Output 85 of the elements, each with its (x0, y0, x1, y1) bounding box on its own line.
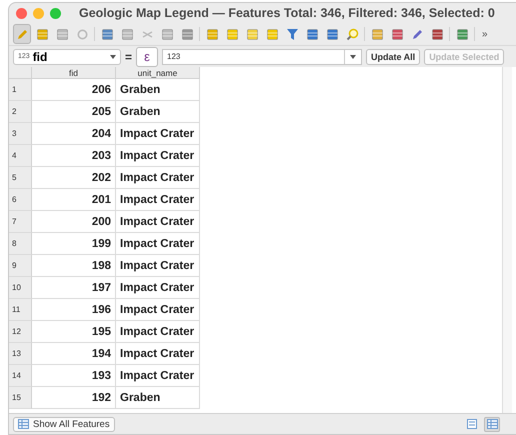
table-tool-icon (390, 28, 404, 40)
table-tool-icon (56, 28, 68, 40)
update-all-button[interactable]: Update All (366, 48, 420, 64)
minimize-button[interactable] (33, 8, 44, 18)
table-icon (486, 419, 498, 429)
rows-icon (226, 28, 238, 40)
row-number[interactable]: 8 (9, 233, 32, 255)
equals-sign: = (125, 50, 132, 64)
table-cell: 205 (32, 101, 116, 123)
table-cell: 202 (32, 167, 116, 189)
row-number[interactable]: 14 (9, 365, 32, 387)
table-cell: 196 (32, 299, 116, 321)
magnifier-icon (346, 28, 358, 40)
table-cell: 204 (32, 123, 116, 145)
row-number[interactable]: 12 (9, 321, 32, 343)
scrollbar[interactable] (502, 67, 512, 413)
table-tool-icon (246, 28, 258, 40)
table-cell: 199 (32, 233, 116, 255)
table-icon (18, 419, 29, 429)
row-number[interactable]: 1 (9, 79, 32, 101)
window-title: Geologic Map Legend — Features Total: 346, Filtered: 346, Selected: 0 (79, 6, 495, 20)
form-view-button[interactable] (464, 416, 480, 432)
table-cell: 192 (32, 387, 116, 409)
filter-icon (286, 28, 298, 40)
zoom-button[interactable] (50, 8, 61, 18)
table-cell: 197 (32, 277, 116, 299)
corner-header[interactable] (9, 67, 32, 79)
row-number[interactable]: 7 (9, 211, 32, 233)
pencil-icon (16, 28, 28, 40)
row-number[interactable]: 3 (9, 123, 32, 145)
table-cell: 195 (32, 321, 116, 343)
rows-icon (456, 28, 468, 40)
expression-button[interactable]: ε (136, 46, 158, 66)
table-cell: Graben (116, 79, 200, 101)
form-icon (467, 419, 477, 429)
table-cell: Impact Crater (116, 321, 200, 343)
table-cell: Impact Crater (116, 145, 200, 167)
table-cell: 194 (32, 343, 116, 365)
row-number[interactable]: 2 (9, 101, 32, 123)
row-number[interactable]: 5 (9, 167, 32, 189)
row-number[interactable]: 6 (9, 189, 32, 211)
table-tool-icon (160, 28, 174, 40)
table-cell: 193 (32, 365, 116, 387)
pencil-icon (410, 28, 424, 40)
table-tool-icon (180, 28, 194, 40)
table-cell: 198 (32, 255, 116, 277)
table-tool-icon (370, 28, 384, 40)
table-cell: Impact Crater (116, 255, 200, 277)
column-header[interactable]: unit_name (116, 67, 200, 79)
table-tool-icon (100, 28, 114, 40)
table-cell: Impact Crater (116, 211, 200, 233)
table-tool-icon (266, 28, 278, 40)
row-number[interactable]: 10 (9, 277, 32, 299)
overflow-button[interactable]: » (482, 28, 488, 40)
table-cell: Impact Crater (116, 343, 200, 365)
table-cell: Impact Crater (116, 123, 200, 145)
table-cell: Impact Crater (116, 189, 200, 211)
column-header[interactable]: fid (32, 67, 116, 79)
row-number[interactable]: 9 (9, 255, 32, 277)
show-features-button[interactable]: Show All Features (13, 416, 115, 432)
table-tool-icon (326, 28, 338, 40)
table-tool-icon (306, 28, 318, 40)
toggle-editing-button[interactable] (13, 24, 31, 44)
expression-field[interactable]: 123 (162, 48, 362, 64)
table-cell: 206 (32, 79, 116, 101)
table-cell: Graben (116, 387, 200, 409)
close-button[interactable] (16, 8, 27, 18)
table-cell: Impact Crater (116, 233, 200, 255)
table-cell: 201 (32, 189, 116, 211)
table-cell: Impact Crater (116, 277, 200, 299)
table-cell: Impact Crater (116, 167, 200, 189)
row-number[interactable]: 4 (9, 145, 32, 167)
table-cell: Graben (116, 101, 200, 123)
row-number[interactable]: 13 (9, 343, 32, 365)
table-cell: Impact Crater (116, 299, 200, 321)
table-tool-icon (36, 28, 48, 40)
table-tool-icon (206, 28, 218, 40)
row-number[interactable]: 15 (9, 387, 32, 409)
row-number[interactable]: 11 (9, 299, 32, 321)
table-cell: 200 (32, 211, 116, 233)
table-view-button[interactable] (484, 416, 500, 432)
table-tool-icon (120, 28, 134, 40)
table-cell: Impact Crater (116, 365, 200, 387)
table-tool-icon (430, 28, 444, 40)
table-cell: 203 (32, 145, 116, 167)
